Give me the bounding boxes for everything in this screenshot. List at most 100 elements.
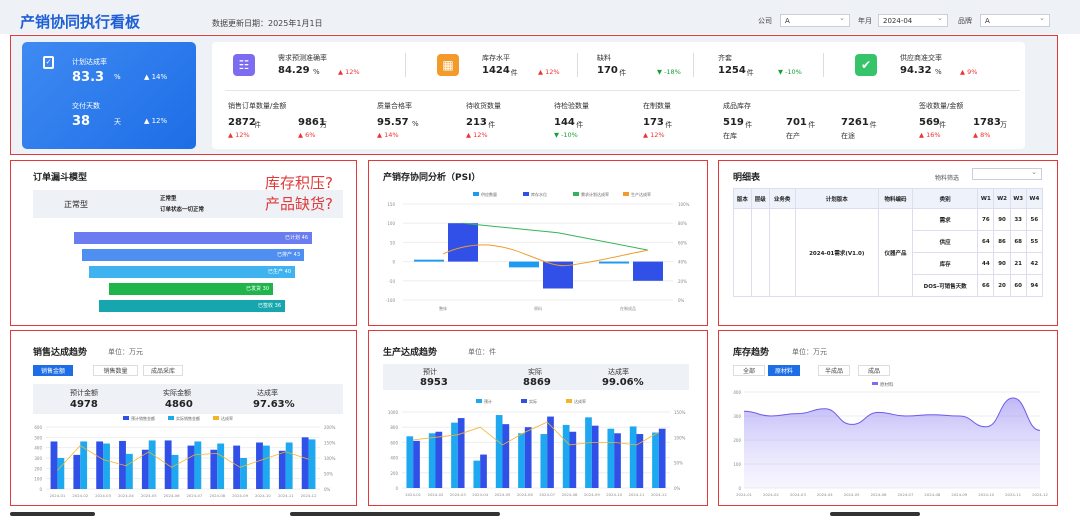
- delivery-days-change: ▲ 12%: [144, 117, 168, 125]
- sign-qty: 569: [919, 117, 940, 128]
- psi-ytick-2: 50: [390, 240, 396, 245]
- prod-y2tick-0: 150%: [674, 410, 686, 415]
- order-amount-unit: 万: [320, 121, 327, 129]
- tab-inv-all[interactable]: 全部: [733, 365, 765, 376]
- sales-y2tick-1: 150%: [324, 441, 336, 446]
- order-qty-change: ▲ 12%: [228, 131, 250, 139]
- category-cell: 库存: [912, 252, 979, 275]
- production-chart: 预计 实际 达成率 1000 800 600 400 200 0 150% 100% 50% 0% 202…: [388, 398, 686, 497]
- inv-xtick-7: 2024-08: [924, 492, 940, 497]
- col-header-8: W3: [1009, 188, 1027, 209]
- col-header-0: 版本: [733, 188, 752, 209]
- week-cell: 33: [1009, 208, 1027, 231]
- psi-title: 产销存协同分析（PSI）: [383, 173, 481, 183]
- prod-xtick-4: 2024-05: [495, 492, 511, 497]
- funnel-desc-1: 正常型: [160, 196, 177, 202]
- sales-ytick-6: 0: [39, 487, 42, 492]
- sign-qty-change: ▲ 16%: [919, 131, 941, 139]
- filter-company-label: 公司: [758, 17, 772, 25]
- psi-y2tick-3: 40%: [678, 260, 687, 265]
- sales-legend-swatch-1: [168, 416, 174, 420]
- quality-value: 95.57: [377, 117, 409, 128]
- kpi-label-1: 库存水平: [482, 54, 510, 62]
- sign-amount-unit: 万: [1000, 121, 1007, 129]
- tab-inv-semi[interactable]: 半成品: [818, 365, 850, 376]
- sales-legend-2: 达成率: [221, 415, 233, 421]
- tab-sales-qty[interactable]: 销售数量: [93, 365, 138, 376]
- inv-xtick-6: 2024-07: [898, 492, 914, 497]
- prod-bar-b-8: [591, 425, 599, 488]
- psi-xtick-1: 原料: [534, 305, 542, 311]
- sales-legend-1: 实际销售金额: [176, 415, 200, 421]
- psi-ytick-5: -100: [386, 298, 396, 303]
- h-scrollbar-mid[interactable]: [290, 512, 500, 516]
- prod-ytick-1: 800: [390, 425, 398, 430]
- prod-bar-a-5: [518, 433, 525, 488]
- order-qty: 2872: [228, 117, 256, 128]
- delivery-days-label: 交付天数: [72, 102, 100, 110]
- prod-bar-a-8: [585, 417, 592, 488]
- sales-bar-b-8: [240, 458, 247, 489]
- fg-unit-1: 件: [808, 121, 816, 129]
- filter-month-select[interactable]: 2024-04: [878, 14, 948, 27]
- h-scrollbar-left[interactable]: [10, 512, 95, 516]
- psi-y2tick-5: 0%: [678, 298, 685, 303]
- plan-rate-change: ▲ 14%: [144, 73, 168, 81]
- prod-ytick-0: 1000: [388, 410, 399, 415]
- prod-bar-b-5: [524, 427, 532, 488]
- tab-fg-stock[interactable]: 成品采库: [143, 365, 183, 376]
- tab-inv-fg[interactable]: 成品: [858, 365, 890, 376]
- production-plan-label: 预计: [423, 368, 437, 376]
- filter-brand-label: 品牌: [958, 17, 972, 25]
- delivery-days-unit: 天: [114, 118, 121, 126]
- sales-y2tick-3: 50%: [324, 472, 333, 477]
- prod-legend-2: 达成率: [574, 398, 586, 404]
- kpi-value-3: 1254: [718, 65, 746, 76]
- tab-sales-amount[interactable]: 销售金额: [33, 365, 73, 376]
- sales-legend-swatch-0: [123, 416, 129, 420]
- inv-xtick-5: 2024-06: [871, 492, 887, 497]
- sign-amount: 1783: [973, 117, 1001, 128]
- sales-bar-b-7: [217, 443, 225, 489]
- inv-xtick-2: 2024-03: [790, 492, 806, 497]
- tab-inv-raw[interactable]: 原材料: [768, 365, 800, 376]
- detail-table: 版本 层级 业务类 计划版本 物料编码 类别 W1 W2 W3 W4 2024-01需求(V1.0)…: [733, 188, 1043, 297]
- prod-y2tick-1: 100%: [674, 435, 686, 440]
- sales-bar-b-0: [57, 458, 65, 489]
- forecast-icon: ☷: [233, 54, 255, 76]
- wip-value: 173: [643, 117, 664, 128]
- sales-xtick-8: 2024-09: [232, 493, 248, 498]
- production-rate-label: 达成率: [608, 368, 629, 376]
- funnel-bar-2: 已生产 40: [89, 266, 295, 278]
- production-unit: 单位：件: [468, 348, 496, 356]
- week-cell: 90: [993, 252, 1011, 275]
- prod-y2tick-2: 50%: [674, 461, 683, 466]
- production-title: 生产达成趋势: [383, 348, 438, 358]
- material-filter-select[interactable]: [972, 168, 1042, 180]
- week-cell: 90: [993, 208, 1011, 231]
- update-date: 数据更新日期：2025年1月1日: [212, 19, 323, 28]
- inv-legend: 原材料: [880, 381, 894, 388]
- funnel-desc-2: 订单状态一切正常: [160, 207, 205, 213]
- prod-bar-a-1: [428, 433, 436, 488]
- cell-empty: [768, 208, 796, 297]
- filter-month-label: 年月: [858, 17, 872, 25]
- inv-xtick-8: 2024-09: [951, 492, 967, 497]
- col-header-5: 类别: [912, 188, 979, 209]
- filter-company-select[interactable]: A: [780, 14, 850, 27]
- col-header-3: 计划版本: [794, 188, 879, 209]
- sales-ytick-0: 600: [34, 425, 42, 430]
- week-cell: 42: [1025, 252, 1043, 275]
- inspect-unit: 件: [576, 121, 584, 129]
- plan-rate-label: 计划达成率: [72, 58, 107, 66]
- category-cell: 供应: [912, 230, 979, 253]
- sales-plan-value: 4978: [70, 399, 98, 410]
- quality-change: ▲ 14%: [377, 131, 399, 139]
- sales-actual-value: 4860: [165, 399, 193, 410]
- detail-title: 明细表: [733, 173, 761, 183]
- receive-value: 213: [466, 117, 487, 128]
- filter-brand-select[interactable]: A: [980, 14, 1050, 27]
- week-cell: 64: [977, 230, 995, 253]
- week-cell: 68: [1009, 230, 1027, 253]
- h-scrollbar-right[interactable]: [830, 512, 920, 516]
